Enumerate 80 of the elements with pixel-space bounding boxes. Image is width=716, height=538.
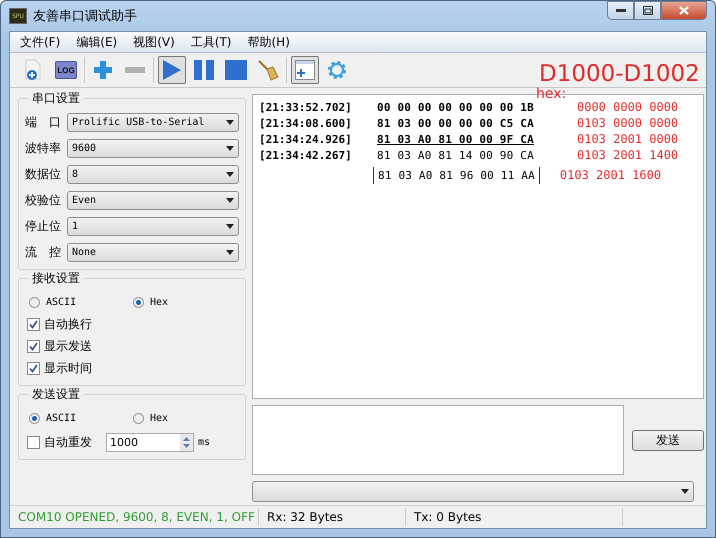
- unit-label: ms: [198, 436, 210, 448]
- radio-button[interactable]: Hex: [129, 296, 233, 308]
- hex-bytes: 81 03 A0 81 00 00 9F CA: [377, 132, 535, 146]
- menu-item[interactable]: 帮助(H): [240, 34, 298, 50]
- dropdown-arrow-icon: [226, 146, 234, 150]
- interval-field[interactable]: 1000: [106, 432, 194, 452]
- toolbar-button[interactable]: LOG: [52, 56, 80, 84]
- maximize-icon: [642, 6, 652, 15]
- minimize-button[interactable]: [607, 1, 634, 20]
- field-label: 波特率: [25, 140, 62, 156]
- checkmark-icon: [29, 320, 38, 328]
- history-dropdown[interactable]: [252, 481, 694, 502]
- toolbar-button[interactable]: [158, 56, 186, 84]
- menu-item[interactable]: 编辑(E): [68, 34, 126, 50]
- dropdown[interactable]: Even: [67, 190, 239, 210]
- dropdown[interactable]: None: [67, 242, 239, 262]
- annotation-note: 0000 0000 0000: [577, 100, 678, 114]
- dropdown-arrow-icon: [226, 172, 234, 176]
- dropdown-arrow-icon: [226, 224, 234, 228]
- dropdown-arrow-icon: [226, 120, 234, 124]
- annotation-note: 0103 0000 0000: [577, 116, 678, 130]
- window-add-icon: [295, 60, 315, 80]
- field-label: 停止位: [25, 218, 62, 234]
- menu-item[interactable]: 工具(T): [182, 34, 240, 50]
- dropdown[interactable]: 9600: [67, 138, 239, 158]
- radio-button[interactable]: ASCII: [25, 296, 129, 308]
- dropdown[interactable]: 1: [67, 216, 239, 236]
- hex-bytes: 00 00 00 00 00 00 00 1B: [377, 100, 535, 114]
- timestamp: [21:34:08.600]: [259, 116, 353, 130]
- window-title: 友善串口调试助手: [33, 8, 137, 25]
- group-title: 接收设置: [29, 270, 83, 287]
- menu-item[interactable]: 视图(V): [125, 34, 183, 50]
- annotation-note: 0103 2001 0000: [577, 132, 678, 146]
- send-input[interactable]: [252, 405, 624, 475]
- toolbar-button[interactable]: [291, 56, 319, 84]
- checkbox[interactable]: 显示发送: [25, 335, 239, 357]
- log-icon: LOG: [55, 61, 77, 79]
- timestamp: [21:33:52.702]: [259, 100, 353, 114]
- checkbox[interactable]: 显示时间: [25, 357, 239, 379]
- checkbox[interactable]: 自动重发: [25, 431, 92, 453]
- checkmark-icon: [29, 364, 38, 372]
- annotation-note: 0103 2001 1600: [560, 168, 662, 182]
- stop-icon: [225, 60, 247, 80]
- field-label: 端 口: [25, 114, 62, 130]
- pause-icon: [194, 60, 214, 80]
- close-icon: [679, 6, 689, 15]
- play-icon: [162, 59, 182, 81]
- send-button[interactable]: 发送: [632, 430, 704, 451]
- rx-count: Rx: 32 Bytes: [259, 508, 406, 526]
- gear-icon: [326, 59, 348, 81]
- hex-bytes: 81 03 A0 81 96 00 11 AA: [373, 166, 540, 184]
- annotation-label: hex:: [536, 87, 566, 101]
- broom-icon: [257, 59, 279, 81]
- maximize-button[interactable]: [634, 1, 661, 20]
- dropdown[interactable]: 8: [67, 164, 239, 184]
- minimize-icon: [616, 8, 626, 12]
- checkmark-icon: [29, 342, 38, 350]
- annotation-title: D1000-D1002: [539, 61, 700, 87]
- radio-button[interactable]: Hex: [129, 412, 233, 424]
- field-label: 校验位: [25, 192, 62, 208]
- radio-button[interactable]: ASCII: [25, 412, 129, 424]
- field-label: 数据位: [25, 166, 62, 182]
- annotation-note: 0103 2001 1400: [577, 148, 678, 162]
- dropdown[interactable]: Prolific USB-to-Serial: [67, 112, 239, 132]
- checkbox[interactable]: 自动换行: [25, 313, 239, 335]
- minus-icon: [125, 67, 145, 73]
- dropdown-arrow-icon: [226, 250, 234, 254]
- timestamp: [21:34:42.267]: [259, 148, 353, 162]
- dropdown-arrow-icon: [681, 489, 689, 494]
- plus-icon: [93, 60, 113, 80]
- spin-arrows-icon[interactable]: [180, 434, 193, 450]
- dropdown-arrow-icon: [226, 198, 234, 202]
- port-status: COM10 OPENED, 9600, 8, EVEN, 1, OFF: [10, 508, 259, 526]
- timestamp: [21:34:24.926]: [259, 132, 353, 146]
- menu-item[interactable]: 文件(F): [12, 34, 68, 50]
- hex-bytes: 81 03 A0 81 14 00 90 CA: [377, 148, 535, 162]
- tx-count: Tx: 0 Bytes: [406, 508, 623, 526]
- hex-bytes: 81 03 00 00 00 00 C5 CA: [377, 116, 535, 130]
- close-button[interactable]: [661, 1, 707, 20]
- field-label: 流 控: [25, 244, 62, 260]
